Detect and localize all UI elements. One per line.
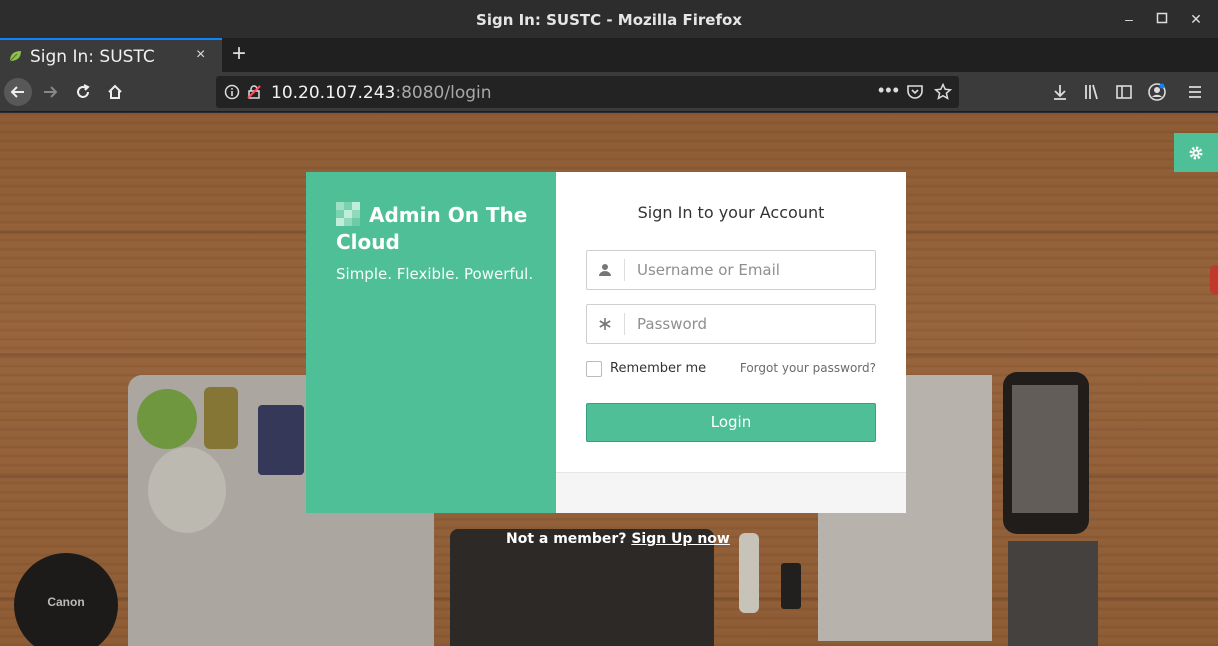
info-icon[interactable]: [224, 84, 240, 100]
brand-panel: Admin On The Cloud Simple. Flexible. Pow…: [306, 172, 556, 513]
back-button[interactable]: [4, 78, 32, 106]
navigation-bar: 10.20.107.243:8080/login •••: [0, 72, 1218, 112]
forward-arrow-icon: [44, 86, 58, 98]
bookmark-star-icon[interactable]: [934, 83, 952, 101]
password-input[interactable]: [637, 313, 867, 335]
back-arrow-icon: [10, 86, 24, 98]
library-icon[interactable]: [1083, 83, 1101, 101]
field-separator: [624, 313, 625, 335]
leaf-icon: [9, 51, 21, 62]
insecure-lock-icon[interactable]: [246, 84, 262, 100]
reload-button[interactable]: [69, 78, 97, 106]
signup-text: Not a member?: [506, 531, 627, 547]
new-tab-button[interactable]: +: [228, 40, 250, 68]
minimize-icon[interactable]: –: [1120, 10, 1138, 28]
forward-button[interactable]: [36, 78, 64, 106]
window-titlebar: Sign In: SUSTC - Mozilla Firefox – ✕: [0, 0, 1218, 38]
url-bar[interactable]: 10.20.107.243:8080/login •••: [216, 76, 959, 108]
download-icon[interactable]: [1051, 83, 1069, 101]
username-field[interactable]: [586, 250, 876, 290]
page-actions-icon[interactable]: •••: [878, 80, 900, 101]
form-footer: [556, 472, 906, 513]
login-button[interactable]: Login: [586, 403, 876, 442]
hamburger-menu-icon[interactable]: [1186, 83, 1204, 101]
login-form-panel: Sign In to your Account Remember me Forg…: [556, 172, 906, 513]
url-text: 10.20.107.243:8080/login: [271, 83, 492, 103]
tab-label: Sign In: SUSTC: [30, 47, 155, 67]
home-button[interactable]: [101, 78, 129, 106]
account-icon[interactable]: [1147, 82, 1167, 102]
password-field[interactable]: [586, 304, 876, 344]
page-content: Canon Admin On The Cloud Simple. Flexibl…: [0, 113, 1218, 646]
tab-strip: Sign In: SUSTC × +: [0, 38, 1218, 72]
edge-notification-badge: [1210, 265, 1218, 295]
remember-me-label[interactable]: Remember me: [610, 361, 706, 376]
remember-me-checkbox[interactable]: [586, 361, 602, 377]
home-icon: [108, 84, 122, 99]
gear-icon: [1189, 146, 1203, 159]
window-title: Sign In: SUSTC - Mozilla Firefox: [476, 11, 742, 29]
signup-prompt: Not a member? Sign Up now: [506, 531, 730, 547]
tab-close-icon[interactable]: ×: [196, 46, 205, 64]
brand-tagline: Simple. Flexible. Powerful.: [336, 265, 534, 283]
username-input[interactable]: [637, 259, 867, 281]
brand-title: Admin On The Cloud: [336, 203, 528, 254]
url-path: :8080/login: [395, 83, 492, 103]
reload-icon: [77, 84, 90, 98]
maximize-icon[interactable]: [1153, 10, 1171, 28]
url-host: 10.20.107.243: [271, 83, 396, 103]
settings-button[interactable]: [1174, 133, 1218, 172]
form-heading: Sign In to your Account: [637, 203, 825, 222]
field-separator: [624, 259, 625, 281]
close-window-icon[interactable]: ✕: [1187, 10, 1205, 28]
forgot-password-link[interactable]: Forgot your password?: [740, 361, 876, 375]
asterisk-icon: [587, 305, 623, 343]
pocket-icon[interactable]: [906, 83, 924, 101]
tab-sign-in[interactable]: Sign In: SUSTC ×: [0, 38, 222, 72]
user-icon: [587, 251, 623, 289]
signup-link[interactable]: Sign Up now: [631, 531, 730, 547]
sidebar-icon[interactable]: [1115, 83, 1133, 101]
